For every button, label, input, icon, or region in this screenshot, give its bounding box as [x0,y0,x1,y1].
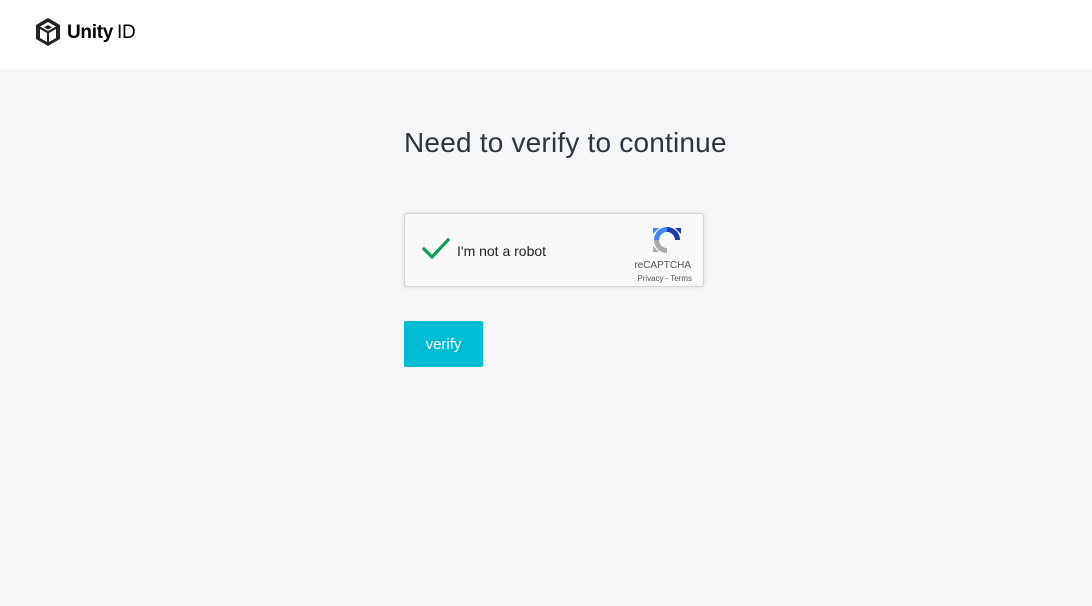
logo-suffix: ID [117,21,136,43]
page-title: Need to verify to continue [404,127,727,158]
logo-brand: Unity [67,21,114,43]
unity-id-logo[interactable]: Unity ID [34,16,136,48]
privacy-link[interactable]: Privacy [637,274,663,283]
site-header: Unity ID [0,0,1092,69]
recaptcha-widget: I'm not a robot reCAPTCHA Privacy - Terms [404,213,704,287]
terms-link[interactable]: Terms [670,274,692,283]
recaptcha-label: I'm not a robot [457,243,547,259]
verify-button[interactable]: verify [404,321,483,367]
recaptcha-links: Privacy - Terms [637,274,692,283]
recaptcha-logo-icon [653,227,681,253]
logo-text: Unity ID [67,21,136,43]
checkmark-icon[interactable] [421,236,451,262]
link-separator: - [665,274,669,283]
unity-cube-icon [36,18,60,46]
recaptcha-brand: reCAPTCHA [634,260,691,271]
